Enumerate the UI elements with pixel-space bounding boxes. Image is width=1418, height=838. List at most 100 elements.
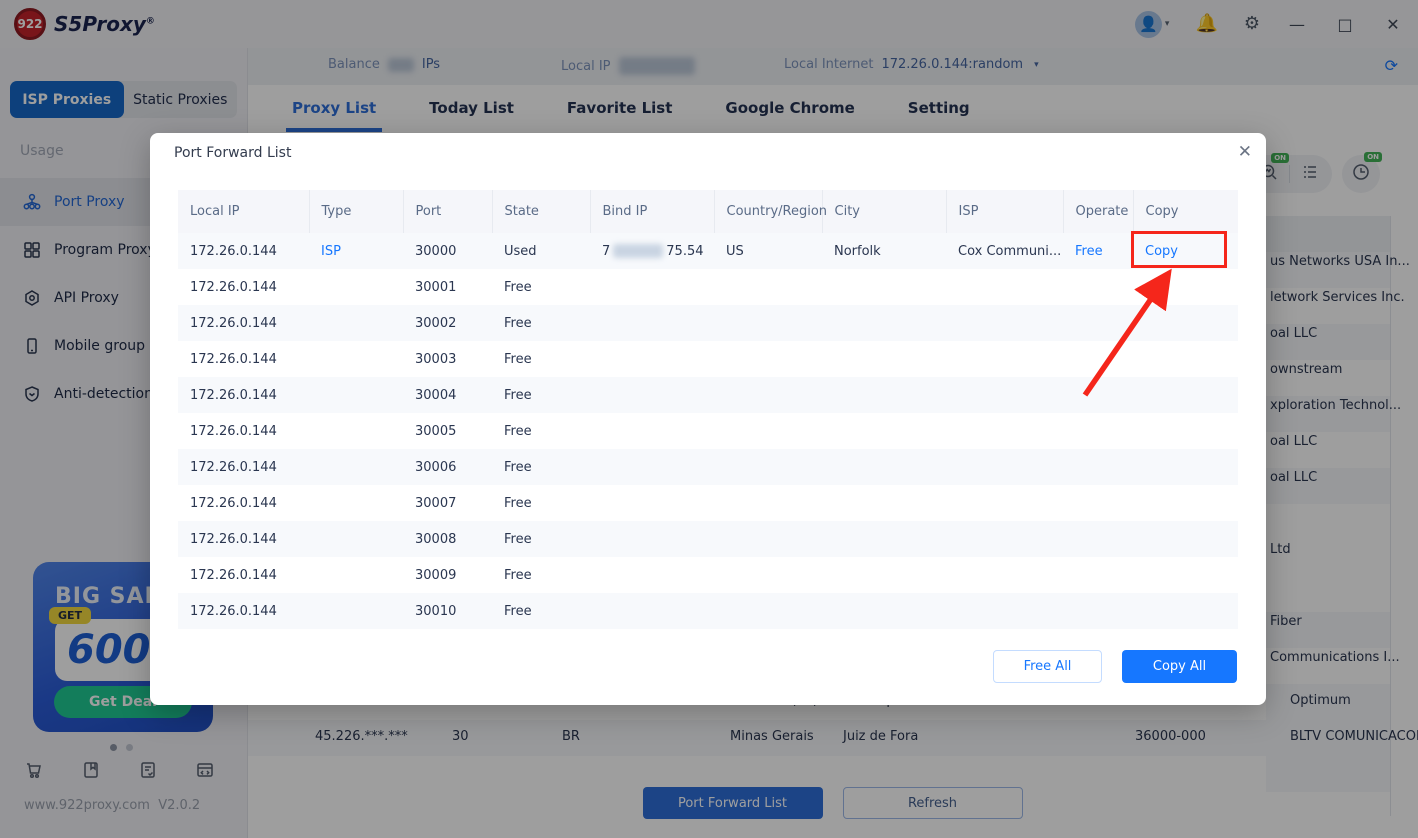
port-cell: 30002 — [403, 305, 492, 341]
free-link[interactable] — [1063, 449, 1133, 485]
port-cell: 30010 — [403, 593, 492, 629]
isp-cell — [946, 269, 1063, 305]
port-cell: 30000 — [403, 233, 492, 269]
free-all-button[interactable]: Free All — [993, 650, 1102, 683]
port-row: 172.26.0.144 30007 Free — [178, 485, 1238, 521]
state-cell: Free — [492, 377, 590, 413]
country-cell — [714, 557, 822, 593]
copy-link[interactable] — [1133, 485, 1238, 521]
bind-ip-cell — [590, 341, 714, 377]
port-cell: 30009 — [403, 557, 492, 593]
city-cell — [822, 593, 946, 629]
type-cell — [309, 449, 403, 485]
isp-cell — [946, 593, 1063, 629]
country-cell — [714, 377, 822, 413]
isp-cell — [946, 377, 1063, 413]
red-arrow-annotation — [1050, 255, 1210, 425]
isp-cell — [946, 485, 1063, 521]
col-country: Country/Region — [714, 190, 822, 233]
country-cell — [714, 269, 822, 305]
type-cell — [309, 413, 403, 449]
port-row: 172.26.0.144 30010 Free — [178, 593, 1238, 629]
copy-link[interactable] — [1133, 521, 1238, 557]
city-cell — [822, 521, 946, 557]
bind-ip-cell — [590, 521, 714, 557]
port-cell: 30008 — [403, 521, 492, 557]
col-city: City — [822, 190, 946, 233]
local-ip-cell: 172.26.0.144 — [178, 233, 309, 269]
city-cell: Norfolk — [822, 233, 946, 269]
country-cell — [714, 413, 822, 449]
isp-cell — [946, 557, 1063, 593]
local-ip-cell: 172.26.0.144 — [178, 593, 309, 629]
type-cell — [309, 341, 403, 377]
state-cell: Free — [492, 341, 590, 377]
port-cell: 30003 — [403, 341, 492, 377]
country-cell — [714, 341, 822, 377]
port-cell: 30001 — [403, 269, 492, 305]
port-row: 172.26.0.144 30006 Free — [178, 449, 1238, 485]
state-cell: Free — [492, 269, 590, 305]
local-ip-cell: 172.26.0.144 — [178, 269, 309, 305]
col-type: Type — [309, 190, 403, 233]
copy-link[interactable] — [1133, 449, 1238, 485]
port-row: 172.26.0.144 30009 Free — [178, 557, 1238, 593]
bind-ip-cell — [590, 485, 714, 521]
local-ip-cell: 172.26.0.144 — [178, 485, 309, 521]
city-cell — [822, 449, 946, 485]
isp-cell — [946, 341, 1063, 377]
bind-ip-cell — [590, 305, 714, 341]
free-link[interactable] — [1063, 521, 1133, 557]
local-ip-cell: 172.26.0.144 — [178, 449, 309, 485]
col-state: State — [492, 190, 590, 233]
free-link[interactable] — [1063, 593, 1133, 629]
free-link[interactable] — [1063, 485, 1133, 521]
country-cell — [714, 593, 822, 629]
free-link[interactable] — [1063, 557, 1133, 593]
bind-ip-cell — [590, 593, 714, 629]
state-cell: Used — [492, 233, 590, 269]
port-cell: 30006 — [403, 449, 492, 485]
port-row: 172.26.0.144 30008 Free — [178, 521, 1238, 557]
type-cell — [309, 377, 403, 413]
app-window: 922 S5Proxy® 👤 ▾ 🔔 ⚙ — □ ✕ ISP Proxies S… — [0, 0, 1418, 838]
port-cell: 30004 — [403, 377, 492, 413]
isp-cell — [946, 521, 1063, 557]
bind-ip-cell: 775.54 — [590, 233, 714, 269]
copy-link[interactable] — [1133, 593, 1238, 629]
isp-cell — [946, 305, 1063, 341]
state-cell: Free — [492, 557, 590, 593]
col-port: Port — [403, 190, 492, 233]
col-copy: Copy — [1133, 190, 1238, 233]
isp-cell — [946, 413, 1063, 449]
modal-title: Port Forward List — [174, 145, 291, 161]
type-cell — [309, 593, 403, 629]
state-cell: Free — [492, 485, 590, 521]
city-cell — [822, 305, 946, 341]
table-header-row: Local IP Type Port State Bind IP Country… — [178, 190, 1238, 233]
col-operate: Operate — [1063, 190, 1133, 233]
col-isp: ISP — [946, 190, 1063, 233]
country-cell — [714, 305, 822, 341]
type-cell: ISP — [309, 233, 403, 269]
state-cell: Free — [492, 593, 590, 629]
state-cell: Free — [492, 521, 590, 557]
close-icon[interactable]: ✕ — [1238, 142, 1252, 162]
bind-ip-cell — [590, 449, 714, 485]
type-cell — [309, 521, 403, 557]
state-cell: Free — [492, 305, 590, 341]
copy-all-button[interactable]: Copy All — [1122, 650, 1237, 683]
bind-ip-cell — [590, 557, 714, 593]
city-cell — [822, 413, 946, 449]
copy-link[interactable] — [1133, 557, 1238, 593]
city-cell — [822, 485, 946, 521]
local-ip-cell: 172.26.0.144 — [178, 341, 309, 377]
col-bind-ip: Bind IP — [590, 190, 714, 233]
isp-cell — [946, 449, 1063, 485]
type-cell — [309, 305, 403, 341]
blurred-ip-segment — [613, 244, 663, 258]
country-cell — [714, 485, 822, 521]
port-cell: 30005 — [403, 413, 492, 449]
city-cell — [822, 557, 946, 593]
local-ip-cell: 172.26.0.144 — [178, 557, 309, 593]
